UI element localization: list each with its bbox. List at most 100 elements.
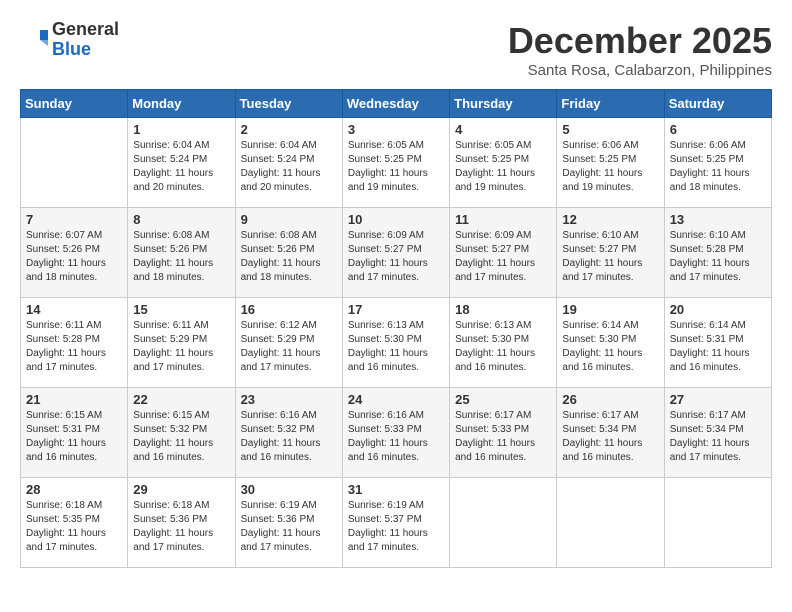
calendar-cell: 10 Sunrise: 6:09 AM Sunset: 5:27 PM Dayli… (342, 208, 449, 298)
calendar-cell: 17Sunrise: 6:13 AM Sunset: 5:30 PM Dayli… (342, 298, 449, 388)
calendar-cell: 5Sunrise: 6:06 AM Sunset: 5:25 PM Daylig… (557, 118, 664, 208)
day-info: Sunrise: 6:15 AM Sunset: 5:32 PM Dayligh… (133, 409, 229, 465)
logo: General Blue (20, 20, 119, 60)
day-info: Sunrise: 6:08 AM Sunset: 5:26 PM Dayligh… (133, 229, 229, 285)
day-info: Sunrise: 6:04 AM Sunset: 5:24 PM Dayligh… (241, 139, 337, 195)
calendar-cell: 3Sunrise: 6:05 AM Sunset: 5:25 PM Daylig… (342, 118, 449, 208)
day-info: Sunrise: 6:17 AM Sunset: 5:34 PM Dayligh… (670, 409, 766, 465)
location: Santa Rosa, Calabarzon, Philippines (508, 62, 772, 79)
calendar-cell: 14 Sunrise: 6:11 AM Sunset: 5:28 PM Dayli… (21, 298, 128, 388)
day-number: 31 (348, 482, 444, 497)
day-number: 22 (133, 392, 229, 407)
day-number: 20 (670, 302, 766, 317)
header-cell-monday: Monday (128, 90, 235, 118)
calendar-cell: 13 Sunrise: 6:10 AM Sunset: 5:28 PM Dayli… (664, 208, 771, 298)
day-info: Sunrise: 6:07 AM Sunset: 5:26 PM Dayligh… (26, 229, 122, 285)
day-info: Sunrise: 6:04 AM Sunset: 5:24 PM Dayligh… (133, 139, 229, 195)
calendar-cell: 27 Sunrise: 6:17 AM Sunset: 5:34 PM Dayli… (664, 388, 771, 478)
calendar-cell: 26 Sunrise: 6:17 AM Sunset: 5:34 PM Dayli… (557, 388, 664, 478)
day-number: 18 (455, 302, 551, 317)
calendar-header: SundayMondayTuesdayWednesdayThursdayFrid… (21, 90, 772, 118)
calendar-cell: 28Sunrise: 6:18 AM Sunset: 5:35 PM Dayli… (21, 478, 128, 568)
calendar-week-2: 7 Sunrise: 6:07 AM Sunset: 5:26 PM Daylig… (21, 208, 772, 298)
header-cell-tuesday: Tuesday (235, 90, 342, 118)
day-number: 14 (26, 302, 122, 317)
page-header: General Blue December 2025 Santa Rosa, C… (20, 20, 772, 79)
page-container: General Blue December 2025 Santa Rosa, C… (0, 0, 792, 578)
day-number: 1 (133, 122, 229, 137)
day-info: Sunrise: 6:06 AM Sunset: 5:25 PM Dayligh… (670, 139, 766, 195)
day-number: 9 (241, 212, 337, 227)
calendar-cell: 15 Sunrise: 6:11 AM Sunset: 5:29 PM Dayli… (128, 298, 235, 388)
calendar-cell: 23 Sunrise: 6:16 AM Sunset: 5:32 PM Dayli… (235, 388, 342, 478)
calendar-cell: 20Sunrise: 6:14 AM Sunset: 5:31 PM Dayli… (664, 298, 771, 388)
calendar-cell: 12 Sunrise: 6:10 AM Sunset: 5:27 PM Dayli… (557, 208, 664, 298)
header-cell-friday: Friday (557, 90, 664, 118)
day-info: Sunrise: 6:17 AM Sunset: 5:34 PM Dayligh… (562, 409, 658, 465)
calendar-cell: 31 Sunrise: 6:19 AM Sunset: 5:37 PM Dayli… (342, 478, 449, 568)
day-info: Sunrise: 6:16 AM Sunset: 5:32 PM Dayligh… (241, 409, 337, 465)
day-number: 10 (348, 212, 444, 227)
calendar-cell: 29 Sunrise: 6:18 AM Sunset: 5:36 PM Dayli… (128, 478, 235, 568)
day-info: Sunrise: 6:17 AM Sunset: 5:33 PM Dayligh… (455, 409, 551, 465)
day-number: 5 (562, 122, 658, 137)
header-cell-saturday: Saturday (664, 90, 771, 118)
day-info: Sunrise: 6:11 AM Sunset: 5:29 PM Dayligh… (133, 319, 229, 375)
day-number: 11 (455, 212, 551, 227)
day-info: Sunrise: 6:18 AM Sunset: 5:35 PM Dayligh… (26, 499, 122, 555)
day-info: Sunrise: 6:13 AM Sunset: 5:30 PM Dayligh… (455, 319, 551, 375)
calendar-cell (21, 118, 128, 208)
day-number: 24 (348, 392, 444, 407)
day-number: 26 (562, 392, 658, 407)
day-info: Sunrise: 6:09 AM Sunset: 5:27 PM Dayligh… (455, 229, 551, 285)
day-number: 27 (670, 392, 766, 407)
calendar-week-1: 1 Sunrise: 6:04 AM Sunset: 5:24 PM Daylig… (21, 118, 772, 208)
day-number: 15 (133, 302, 229, 317)
day-number: 23 (241, 392, 337, 407)
logo-blue: Blue (52, 40, 119, 60)
day-number: 12 (562, 212, 658, 227)
day-info: Sunrise: 6:11 AM Sunset: 5:28 PM Dayligh… (26, 319, 122, 375)
header-row: SundayMondayTuesdayWednesdayThursdayFrid… (21, 90, 772, 118)
day-number: 30 (241, 482, 337, 497)
day-number: 2 (241, 122, 337, 137)
day-info: Sunrise: 6:09 AM Sunset: 5:27 PM Dayligh… (348, 229, 444, 285)
day-info: Sunrise: 6:19 AM Sunset: 5:36 PM Dayligh… (241, 499, 337, 555)
calendar-week-4: 21 Sunrise: 6:15 AM Sunset: 5:31 PM Dayli… (21, 388, 772, 478)
day-number: 25 (455, 392, 551, 407)
header-cell-wednesday: Wednesday (342, 90, 449, 118)
day-info: Sunrise: 6:08 AM Sunset: 5:26 PM Dayligh… (241, 229, 337, 285)
calendar-cell: 16Sunrise: 6:12 AM Sunset: 5:29 PM Dayli… (235, 298, 342, 388)
day-number: 6 (670, 122, 766, 137)
day-number: 16 (241, 302, 337, 317)
calendar-cell: 19 Sunrise: 6:14 AM Sunset: 5:30 PM Dayli… (557, 298, 664, 388)
calendar-cell: 2 Sunrise: 6:04 AM Sunset: 5:24 PM Daylig… (235, 118, 342, 208)
day-number: 21 (26, 392, 122, 407)
day-number: 19 (562, 302, 658, 317)
day-info: Sunrise: 6:18 AM Sunset: 5:36 PM Dayligh… (133, 499, 229, 555)
day-number: 3 (348, 122, 444, 137)
calendar-cell (664, 478, 771, 568)
calendar-week-3: 14 Sunrise: 6:11 AM Sunset: 5:28 PM Dayli… (21, 298, 772, 388)
day-number: 13 (670, 212, 766, 227)
day-number: 4 (455, 122, 551, 137)
day-info: Sunrise: 6:10 AM Sunset: 5:27 PM Dayligh… (562, 229, 658, 285)
day-info: Sunrise: 6:10 AM Sunset: 5:28 PM Dayligh… (670, 229, 766, 285)
calendar-cell: 1 Sunrise: 6:04 AM Sunset: 5:24 PM Daylig… (128, 118, 235, 208)
calendar-cell: 8Sunrise: 6:08 AM Sunset: 5:26 PM Daylig… (128, 208, 235, 298)
logo-icon (20, 26, 48, 54)
header-cell-thursday: Thursday (450, 90, 557, 118)
logo-text: General Blue (52, 20, 119, 60)
day-info: Sunrise: 6:05 AM Sunset: 5:25 PM Dayligh… (455, 139, 551, 195)
calendar-table: SundayMondayTuesdayWednesdayThursdayFrid… (20, 89, 772, 568)
calendar-cell: 24 Sunrise: 6:16 AM Sunset: 5:33 PM Dayli… (342, 388, 449, 478)
day-info: Sunrise: 6:19 AM Sunset: 5:37 PM Dayligh… (348, 499, 444, 555)
day-info: Sunrise: 6:14 AM Sunset: 5:30 PM Dayligh… (562, 319, 658, 375)
day-number: 29 (133, 482, 229, 497)
day-info: Sunrise: 6:15 AM Sunset: 5:31 PM Dayligh… (26, 409, 122, 465)
calendar-cell: 18 Sunrise: 6:13 AM Sunset: 5:30 PM Dayli… (450, 298, 557, 388)
calendar-cell: 11 Sunrise: 6:09 AM Sunset: 5:27 PM Dayli… (450, 208, 557, 298)
day-number: 7 (26, 212, 122, 227)
day-info: Sunrise: 6:16 AM Sunset: 5:33 PM Dayligh… (348, 409, 444, 465)
calendar-cell: 25 Sunrise: 6:17 AM Sunset: 5:33 PM Dayli… (450, 388, 557, 478)
